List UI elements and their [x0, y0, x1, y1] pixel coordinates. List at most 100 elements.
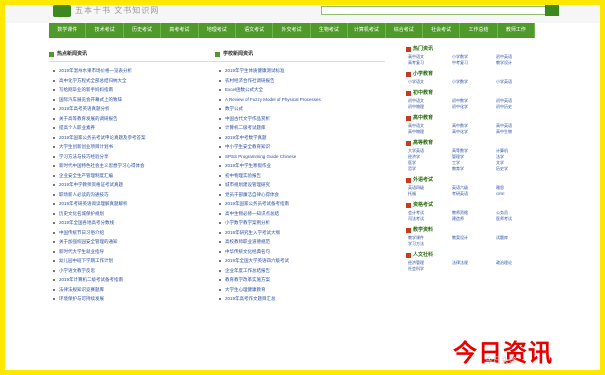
news-link[interactable]: 关于加强校园安全管理的通知: [49, 237, 219, 247]
sidebar-link[interactable]: 哲学: [405, 166, 447, 172]
sidebar-link[interactable]: 初中化学: [449, 104, 491, 110]
news-link[interactable]: 高中化学方程式全部总结归纳大全: [49, 76, 219, 86]
sidebar-link[interactable]: 司法考试: [405, 216, 447, 222]
sidebar-link[interactable]: 试题库: [493, 235, 535, 241]
news-link[interactable]: A Review of Fuzzy Model of Physical Proc…: [215, 95, 385, 105]
sidebar-link[interactable]: GRE: [493, 191, 535, 197]
bullet-icon: [53, 155, 55, 158]
sidebar-link[interactable]: 高考复习: [405, 60, 447, 66]
sidebar-box-title: 教学资料: [405, 226, 535, 235]
nav-item[interactable]: 计算机考试: [348, 23, 386, 38]
news-link[interactable]: 历史文化名城保护规划: [49, 209, 219, 219]
news-link[interactable]: 写给刚毕业的新手妈妈指南: [49, 85, 219, 95]
news-link[interactable]: 职场新人必读的沟通技巧: [49, 190, 219, 200]
news-link[interactable]: 新时代大学生就业指导: [49, 247, 219, 257]
sidebar-link[interactable]: 小学英语: [493, 79, 535, 85]
news-link[interactable]: 2019年学生体质健康测试标准: [215, 66, 385, 76]
news-link[interactable]: 高校教师职业道德规范: [215, 237, 385, 247]
news-link[interactable]: 学习方法与技巧经验分享: [49, 152, 219, 162]
news-link[interactable]: 2019年国家公务员考试申论真题及参考答案: [49, 133, 219, 143]
sidebar-link[interactable]: 高中生物: [493, 129, 535, 135]
nav-item[interactable]: 技术考试: [86, 23, 124, 38]
search-button[interactable]: [545, 5, 559, 16]
news-link[interactable]: 中华传统文化经典名句: [215, 247, 385, 257]
sidebar-box: 资格考试 会计考试 教师资格 公务员 司法考试 建造师 医师考试: [405, 201, 535, 222]
sidebar-box: 外语考试 英语四级 英语六级 雅思 托福 考研英语 GRE: [405, 176, 535, 197]
news-link[interactable]: 数学公式: [215, 104, 385, 114]
nav-item[interactable]: 工作总结: [460, 23, 498, 38]
news-link[interactable]: 2019年研究生入学考试大纲: [215, 228, 385, 238]
nav-item[interactable]: 语文考试: [236, 23, 274, 38]
news-link[interactable]: 2019年全国大学英语四六级考试: [215, 256, 385, 266]
news-link[interactable]: Excel函数公式大全: [215, 85, 385, 95]
sidebar-link[interactable]: 高中化学: [449, 129, 491, 135]
sidebar-link[interactable]: 中考复习: [449, 60, 491, 66]
news-link[interactable]: 企业安全生产管理制度汇编: [49, 171, 219, 181]
news-link[interactable]: 2019年温州水果市场价格一览表分析: [49, 66, 219, 76]
news-link[interactable]: SPSS Programming Guide Chinese: [215, 152, 385, 162]
sidebar-link[interactable]: 初中物理: [405, 104, 447, 110]
news-link[interactable]: 计算机二级考试题库: [215, 123, 385, 133]
news-link[interactable]: 中小学生安全教育知识: [215, 142, 385, 152]
sidebar-link[interactable]: 初中历史: [493, 104, 535, 110]
news-link[interactable]: 2019年考研英语阅读理解真题解析: [49, 199, 219, 209]
news-link[interactable]: 2019年中考数学真题: [215, 133, 385, 143]
news-link[interactable]: 法律法规知识竞赛题库: [49, 285, 219, 295]
news-link[interactable]: 2019年高考英语真题分析: [49, 104, 219, 114]
sidebar-link[interactable]: 学习方法: [405, 241, 447, 247]
news-link[interactable]: 中国传统节日习俗介绍: [49, 228, 219, 238]
sidebar-link[interactable]: 考研英语: [449, 191, 491, 197]
sidebar-box-title: 初中教育: [405, 89, 535, 98]
nav-item[interactable]: 地理考试: [199, 23, 236, 38]
sidebar-link[interactable]: 建造师: [449, 216, 491, 222]
news-link[interactable]: 2019年计算机二级考试备考指南: [49, 275, 219, 285]
news-link[interactable]: 大学生创新创业项目计划书: [49, 142, 219, 152]
news-link[interactable]: 2019年中学生寒假作业: [215, 161, 385, 171]
sidebar-link[interactable]: 小学语文: [405, 79, 447, 85]
news-link[interactable]: 2019年中学教师资格证考试真题: [49, 180, 219, 190]
site-logo[interactable]: [53, 5, 71, 17]
sidebar-link[interactable]: 教案设计: [449, 235, 491, 241]
nav-item[interactable]: 教师工作: [498, 23, 536, 38]
news-link[interactable]: 小学语文教学反思: [49, 266, 219, 276]
nav-item[interactable]: 综合考试: [386, 23, 423, 38]
search-input[interactable]: [321, 6, 549, 15]
news-link[interactable]: 关于高等教育发展的调研报告: [49, 114, 219, 124]
nav-item[interactable]: 数学课件: [49, 23, 87, 38]
news-link[interactable]: 初中物理实验报告: [215, 171, 385, 181]
news-link[interactable]: 农村经济合作社调研报告: [215, 76, 385, 86]
sidebar-link[interactable]: 法律法规: [449, 260, 491, 266]
news-link[interactable]: 2019年全国各地高考分数线: [49, 218, 219, 228]
news-link[interactable]: 中国古代文学作品赏析: [215, 114, 385, 124]
news-link[interactable]: 国际汽车展览会开幕式上的致辞: [49, 95, 219, 105]
sidebar-link[interactable]: 小学数学: [449, 79, 491, 85]
sidebar-link[interactable]: 托福: [405, 191, 447, 197]
sidebar-link[interactable]: 教学设计: [493, 60, 535, 66]
news-link[interactable]: 新时代中国特色社会主义思想学习心得体会: [49, 161, 219, 171]
sidebar-link[interactable]: 教育学: [449, 166, 491, 172]
news-link[interactable]: 大学生心理健康教育: [215, 285, 385, 295]
site-name: 五本十书 文书知识网: [75, 6, 160, 15]
nav-item[interactable]: 高考考试: [161, 23, 199, 38]
sidebar-link[interactable]: 历史学: [493, 166, 535, 172]
news-link[interactable]: 教育教学改革实施方案: [215, 275, 385, 285]
nav-item[interactable]: 生物考试: [311, 23, 349, 38]
nav-item[interactable]: 外交考试: [273, 23, 311, 38]
nav-item[interactable]: 社会考试: [423, 23, 461, 38]
news-link[interactable]: 提高个人职业素养: [49, 123, 219, 133]
nav-item[interactable]: 历史考试: [124, 23, 162, 38]
sidebar-link[interactable]: 社会科学: [405, 266, 447, 272]
news-link[interactable]: 高中生物必修一知识点总结: [215, 209, 385, 219]
news-link[interactable]: 幼儿园中班下学期工作计划: [49, 256, 219, 266]
news-link[interactable]: 2019年国家公务员考试备考指南: [215, 199, 385, 209]
news-link[interactable]: 2019年高考作文题目汇总: [215, 294, 385, 304]
news-link[interactable]: 城市规划建设管理研究: [215, 180, 385, 190]
sidebar-link[interactable]: 高中物理: [405, 129, 447, 135]
news-link[interactable]: 小学数学教学案例分析: [215, 218, 385, 228]
news-link[interactable]: 环境保护与可持续发展: [49, 294, 219, 304]
bullet-icon: [219, 155, 221, 158]
sidebar-link[interactable]: 政治理论: [493, 260, 535, 266]
news-link[interactable]: 企业年度工作总结报告: [215, 266, 385, 276]
sidebar-link[interactable]: 医师考试: [493, 216, 535, 222]
news-link[interactable]: 党员干部廉洁自律心得体会: [215, 190, 385, 200]
